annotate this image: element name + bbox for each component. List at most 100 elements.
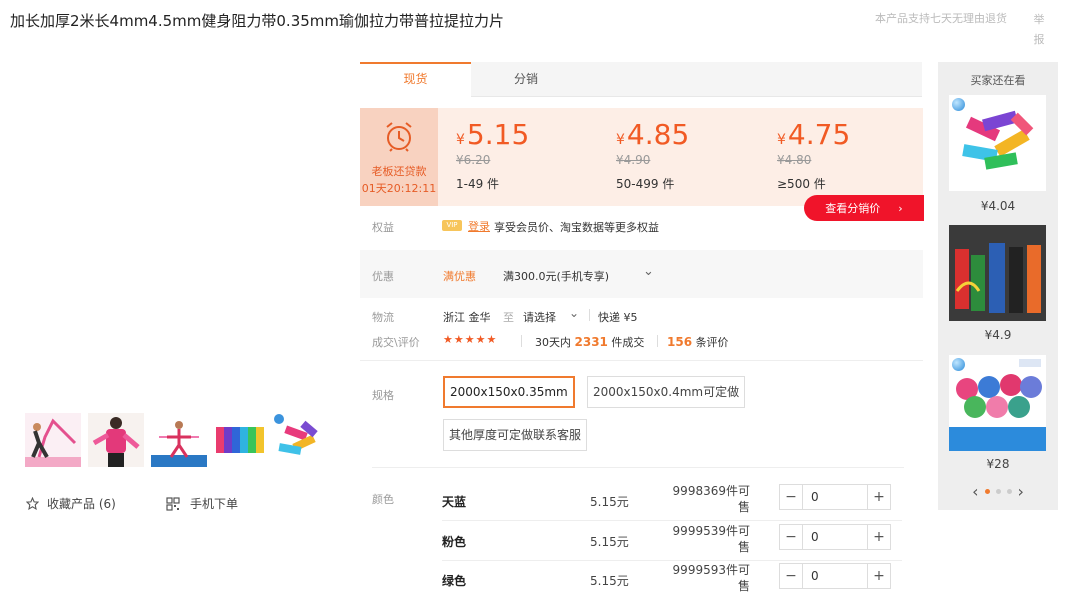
- globe-icon: [274, 414, 284, 424]
- tab-distribution[interactable]: 分销: [471, 62, 581, 97]
- promo-countdown-time: 01天20:12:11: [361, 182, 437, 195]
- carousel-nav: ‹ ›: [938, 482, 1058, 501]
- also-viewed-price: ¥4.9: [984, 328, 1012, 342]
- divider: [521, 335, 522, 347]
- thumbnail-1-image: [25, 413, 81, 467]
- vip-badge-icon: VIP: [442, 220, 462, 231]
- mobile-order-label: 手机下单: [190, 497, 239, 511]
- express-fee: 快递 ¥5: [598, 311, 638, 324]
- spec-option[interactable]: 其他厚度可定做联系客服: [443, 419, 588, 451]
- tier-quantity-range: 50-499 件: [616, 177, 675, 191]
- coupon-tag: 满优惠: [443, 270, 476, 283]
- benefit-label: 权益: [372, 221, 394, 234]
- row-divider: [442, 520, 902, 521]
- plus-button[interactable]: +: [868, 564, 890, 588]
- sales-suffix: 件成交: [611, 336, 645, 349]
- tier-quantity-range: ≥500 件: [777, 177, 826, 191]
- thumbnail-3-image: [151, 413, 207, 467]
- minus-button[interactable]: −: [780, 525, 802, 549]
- color-row: 绿色 5.15元 9999593件可售 − 0 +: [442, 562, 902, 602]
- currency-symbol: ¥: [456, 132, 465, 148]
- promo-countdown: 老板还贷款 01天20:12:11: [360, 108, 438, 206]
- currency-symbol: ¥: [616, 132, 625, 148]
- color-name: 天蓝: [442, 495, 467, 509]
- carousel-dot-active[interactable]: [984, 489, 990, 494]
- also-viewed-item-3[interactable]: [949, 355, 1046, 451]
- ship-to-word: 至: [503, 311, 514, 324]
- coupon-chevron-down-icon[interactable]: ⌄: [643, 264, 654, 279]
- spec-option[interactable]: 2000x150x0.4mm可定做: [587, 376, 746, 408]
- review-summary[interactable]: 156 条评价: [667, 334, 729, 350]
- thumbnail-5[interactable]: [271, 413, 327, 467]
- also-viewed-price: ¥4.04: [980, 199, 1016, 213]
- color-stock: 9998369件可售: [672, 484, 750, 514]
- thumbnail-5-image: [271, 413, 327, 467]
- quantity-input[interactable]: 0: [802, 485, 868, 509]
- reviews-label: 成交\评价: [372, 336, 420, 349]
- color-price: 5.15元: [590, 495, 629, 509]
- color-stock: 9999539件可售: [672, 524, 750, 554]
- review-suffix: 条评价: [695, 336, 729, 349]
- color-stock: 9999593件可售: [672, 563, 750, 593]
- logistics-label: 物流: [372, 311, 394, 324]
- carousel-dot[interactable]: [1006, 489, 1012, 494]
- benefit-text: 享受会员价、淘宝数据等更多权益: [494, 221, 659, 234]
- tier-price: 5.15: [466, 118, 530, 151]
- color-name: 粉色: [442, 535, 467, 549]
- carousel-dot[interactable]: [995, 489, 1001, 494]
- view-distribution-price-label: 查看分销价: [825, 202, 881, 215]
- minus-button[interactable]: −: [780, 564, 802, 588]
- purchase-tabs: 现货 分销: [360, 62, 922, 97]
- tier-quantity-range: 1-49 件: [456, 177, 500, 191]
- review-count: 156: [667, 335, 693, 349]
- favorite-button[interactable]: 收藏产品 (6): [26, 495, 116, 512]
- tier-price: 4.85: [626, 118, 690, 151]
- thumbnail-1[interactable]: [25, 413, 81, 467]
- thumbnail-2[interactable]: [88, 413, 144, 467]
- chevron-down-icon: ⌄: [569, 306, 580, 320]
- qr-code-icon: [166, 496, 180, 511]
- report-link[interactable]: 举报: [1032, 10, 1046, 50]
- rating-stars: ★★★★★: [443, 333, 498, 346]
- also-viewed-price: ¥28: [986, 457, 1010, 471]
- chevron-right-icon[interactable]: ›: [1018, 482, 1024, 501]
- tier-original-price: ¥6.20: [456, 153, 491, 167]
- price-tier-1: ¥5.15 ¥6.20 1-49 件: [456, 118, 529, 192]
- minus-button[interactable]: −: [780, 485, 802, 509]
- login-link[interactable]: 登录: [468, 218, 490, 234]
- quantity-input[interactable]: 0: [802, 564, 868, 588]
- spec-option-selected[interactable]: 2000x150x0.35mm: [443, 376, 575, 408]
- ship-to-select[interactable]: 请选择: [523, 309, 556, 325]
- ship-from: 浙江 金华: [443, 311, 491, 324]
- color-row: 粉色 5.15元 9999539件可售 − 0 +: [442, 523, 902, 563]
- sales-count: 2331: [574, 335, 608, 349]
- quantity-stepper: − 0 +: [779, 524, 891, 550]
- thumbnail-4[interactable]: [214, 413, 270, 467]
- spec-label: 规格: [372, 389, 394, 402]
- sales-prefix: 30天内: [535, 336, 571, 349]
- quantity-stepper: − 0 +: [779, 563, 891, 589]
- also-viewed-item-2[interactable]: [949, 225, 1046, 321]
- section-divider: [360, 360, 923, 361]
- price-tier-3: ¥4.75 ¥4.80 ≥500 件: [777, 118, 850, 192]
- globe-icon: [951, 357, 966, 372]
- plus-button[interactable]: +: [868, 525, 890, 549]
- coupon-text: 满300.0元(手机专享): [503, 270, 610, 283]
- tier-original-price: ¥4.90: [616, 153, 651, 167]
- color-row: 天蓝 5.15元 9998369件可售 − 0 +: [442, 483, 902, 523]
- view-distribution-price-button[interactable]: 查看分销价 ›: [804, 195, 924, 221]
- quantity-input[interactable]: 0: [802, 525, 868, 549]
- color-price: 5.15元: [590, 574, 629, 588]
- mobile-order-button[interactable]: 手机下单: [166, 495, 238, 512]
- thumbnail-3[interactable]: [151, 413, 207, 467]
- chevron-left-icon[interactable]: ‹: [972, 482, 978, 501]
- tab-in-stock[interactable]: 现货: [360, 62, 471, 97]
- star-outline-icon: [26, 497, 39, 510]
- divider: [657, 335, 658, 347]
- favorite-label: 收藏产品 (6): [47, 497, 116, 511]
- color-price: 5.15元: [590, 535, 629, 549]
- plus-button[interactable]: +: [868, 485, 890, 509]
- also-viewed-item-1[interactable]: [949, 95, 1046, 191]
- also-viewed-panel: 买家还在看 ¥4.04 ¥4.9 ¥28 ‹ ›: [938, 62, 1058, 510]
- row-divider: [442, 560, 902, 561]
